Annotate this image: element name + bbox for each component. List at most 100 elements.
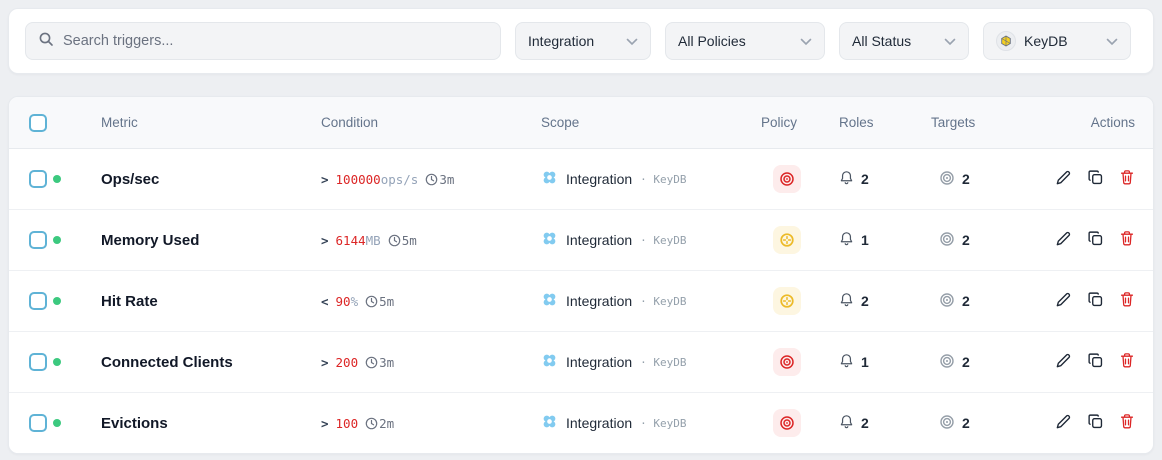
policies-dropdown-label: All Policies	[678, 33, 746, 49]
keydb-logo-icon	[996, 31, 1016, 51]
status-dot	[53, 358, 61, 366]
delete-button[interactable]	[1119, 169, 1135, 189]
policies-dropdown[interactable]: All Policies	[665, 22, 825, 60]
targets-count: 2	[962, 293, 970, 309]
table-body: Ops/sec >100000 ops/s 3m Integration · KeyDB 2…	[9, 149, 1153, 453]
duplicate-button[interactable]	[1087, 169, 1104, 189]
search-icon	[38, 31, 54, 52]
roles-cell: 2	[835, 292, 925, 311]
condition-cell: <90% 5m	[321, 294, 541, 309]
column-header-roles: Roles	[839, 115, 874, 130]
delete-button[interactable]	[1119, 413, 1135, 433]
scope-cell: Integration · KeyDB	[541, 230, 755, 250]
condition-unit: ops/s	[380, 171, 419, 187]
condition-operator: >	[321, 415, 329, 431]
policy-critical-icon	[773, 409, 801, 437]
select-all-checkbox[interactable]	[29, 113, 47, 132]
trash-icon	[1119, 413, 1135, 433]
delete-button[interactable]	[1119, 352, 1135, 372]
copy-icon	[1087, 413, 1104, 433]
condition-window: 3m	[379, 354, 395, 370]
scope-name: Integration	[566, 293, 633, 309]
scope-subtext: · KeyDB	[640, 355, 687, 369]
copy-icon	[1087, 352, 1104, 372]
actions-cell	[1035, 230, 1153, 250]
condition-operator: >	[321, 354, 329, 370]
delete-button[interactable]	[1119, 291, 1135, 311]
row-checkbox[interactable]	[29, 231, 47, 249]
column-header-condition: Condition	[321, 115, 379, 130]
integration-icon	[541, 230, 558, 250]
row-checkbox[interactable]	[29, 414, 47, 432]
pencil-icon	[1055, 230, 1072, 250]
keydb-dropdown-label: KeyDB	[1024, 33, 1068, 49]
status-dot	[53, 175, 61, 183]
row-checkbox[interactable]	[29, 292, 47, 310]
edit-button[interactable]	[1055, 413, 1072, 433]
condition-cell: >200 3m	[321, 355, 541, 370]
trash-icon	[1119, 352, 1135, 372]
metric-name: Evictions	[101, 414, 168, 432]
column-header-scope: Scope	[541, 115, 580, 130]
duplicate-button[interactable]	[1087, 352, 1104, 372]
targets-count: 2	[962, 171, 970, 187]
targets-count: 2	[962, 232, 970, 248]
roles-count: 2	[861, 293, 869, 309]
table-header-row: Metric Condition Scope Policy Roles Targ…	[9, 97, 1153, 149]
status-dropdown[interactable]: All Status	[839, 22, 969, 60]
pencil-icon	[1055, 352, 1072, 372]
condition-window: 5m	[379, 293, 395, 309]
table-row: Evictions >100 2m Integration · KeyDB 2 2	[9, 393, 1153, 453]
actions-cell	[1035, 352, 1153, 372]
trash-icon	[1119, 291, 1135, 311]
chevron-down-icon	[1106, 33, 1118, 49]
search-box[interactable]	[25, 22, 501, 60]
edit-button[interactable]	[1055, 169, 1072, 189]
status-dot	[53, 236, 61, 244]
column-header-metric: Metric	[101, 115, 138, 130]
table-row: Hit Rate <90% 5m Integration · KeyDB 2 2	[9, 271, 1153, 332]
integration-icon	[541, 352, 558, 372]
table-row: Connected Clients >200 3m Integration · KeyD…	[9, 332, 1153, 393]
condition-value: 100	[335, 415, 359, 431]
integration-dropdown[interactable]: Integration	[515, 22, 651, 60]
targets-count: 2	[962, 415, 970, 431]
status-dot	[53, 419, 61, 427]
pencil-icon	[1055, 413, 1072, 433]
duplicate-button[interactable]	[1087, 230, 1104, 250]
clock-icon	[365, 295, 378, 308]
status-dropdown-label: All Status	[852, 33, 912, 49]
table-row: Ops/sec >100000 ops/s 3m Integration · KeyDB 2…	[9, 149, 1153, 210]
condition-value: 90	[335, 293, 351, 309]
edit-button[interactable]	[1055, 291, 1072, 311]
actions-cell	[1035, 413, 1153, 433]
row-checkbox[interactable]	[29, 170, 47, 188]
scope-cell: Integration · KeyDB	[541, 291, 755, 311]
search-input[interactable]	[63, 33, 488, 49]
duplicate-button[interactable]	[1087, 291, 1104, 311]
edit-button[interactable]	[1055, 352, 1072, 372]
roles-cell: 1	[835, 231, 925, 250]
table-row: Memory Used >6144 MB 5m Integration · KeyDB 1 2	[9, 210, 1153, 271]
column-header-policy: Policy	[761, 115, 798, 130]
keydb-dropdown[interactable]: KeyDB	[983, 22, 1131, 60]
scope-cell: Integration · KeyDB	[541, 413, 755, 433]
condition-value: 100000	[335, 171, 381, 187]
scope-subtext: · KeyDB	[640, 233, 687, 247]
delete-button[interactable]	[1119, 230, 1135, 250]
condition-operator: >	[321, 232, 329, 248]
row-checkbox[interactable]	[29, 353, 47, 371]
targets-cell: 2	[925, 414, 1035, 433]
duplicate-button[interactable]	[1087, 413, 1104, 433]
roles-count: 2	[861, 415, 869, 431]
condition-unit: %	[350, 293, 359, 309]
filter-bar: Integration All Policies All Status KeyD…	[8, 8, 1154, 74]
status-dot	[53, 297, 61, 305]
condition-cell: >100000 ops/s 3m	[321, 172, 541, 187]
column-header-targets: Targets	[931, 115, 976, 130]
targets-count: 2	[962, 354, 970, 370]
roles-count: 1	[861, 232, 869, 248]
edit-button[interactable]	[1055, 230, 1072, 250]
metric-name: Ops/sec	[101, 170, 160, 188]
pencil-icon	[1055, 169, 1072, 189]
